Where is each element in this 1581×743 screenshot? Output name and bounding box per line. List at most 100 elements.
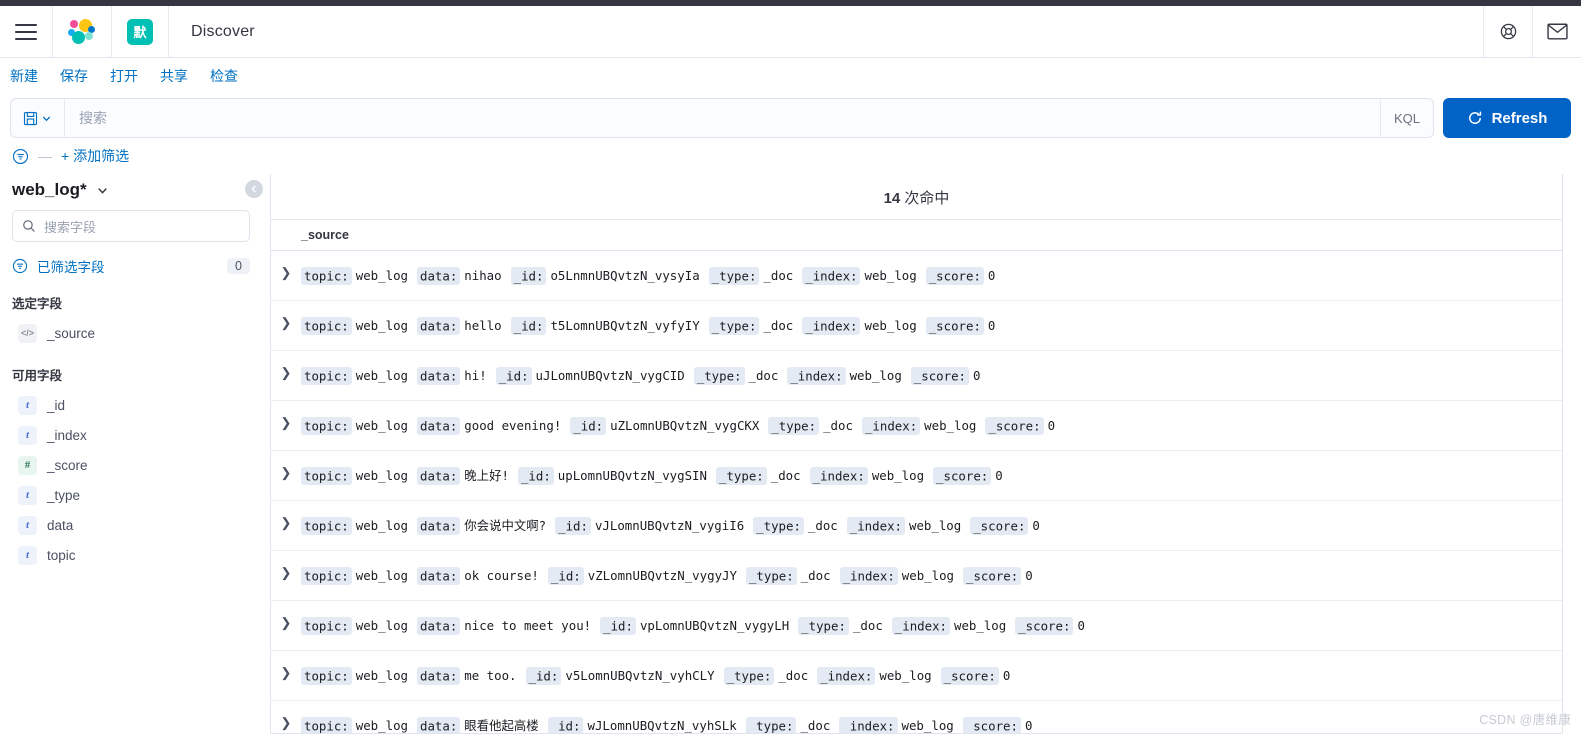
field-key-_type: _type: — [715, 466, 767, 485]
header-spacer — [255, 6, 1483, 57]
table-row[interactable]: ❯ topic: web_log data: 你会说中文啊? _id: vJLomnUBQv… — [271, 501, 1562, 551]
nav-menu-button[interactable] — [0, 6, 53, 57]
sidebar-field-_id[interactable]: t _id — [12, 390, 250, 420]
expand-row-button[interactable]: ❯ — [271, 701, 301, 729]
field-value-_id: upLomnUBQvtzN_vygSIN — [557, 468, 707, 483]
field-value-_type: _doc — [823, 418, 853, 433]
sidebar-field-_index[interactable]: t _index — [12, 420, 250, 450]
field-value-_type: _doc — [763, 268, 794, 283]
column-header-source: _source — [271, 219, 1562, 251]
filter-circle-icon[interactable] — [12, 148, 29, 165]
menu-item-new[interactable]: 新建 — [10, 66, 38, 86]
filtered-fields-label: 已筛选字段 — [37, 260, 105, 275]
field-value-_type: _doc — [763, 318, 794, 333]
field-key-_index: _index: — [839, 566, 898, 585]
menu-item-inspect[interactable]: 检查 — [210, 66, 238, 86]
table-row[interactable]: ❯ topic: web_log data: ok course! _id: vZLomnU… — [271, 551, 1562, 601]
table-row[interactable]: ❯ topic: web_log data: nihao _id: o5LnmnUBQvtz… — [271, 251, 1562, 301]
saved-query-button[interactable] — [11, 99, 65, 137]
chevron-right-icon: ❯ — [280, 465, 292, 480]
mail-icon — [1546, 23, 1568, 40]
field-value-_score: 0 — [1002, 668, 1011, 683]
space-selector[interactable]: 默 — [112, 6, 169, 57]
field-value-topic: web_log — [355, 718, 408, 733]
menu-item-save[interactable]: 保存 — [60, 66, 88, 86]
sidebar-field-topic[interactable]: t topic — [12, 540, 250, 570]
table-row[interactable]: ❯ topic: web_log data: me too. _id: v5LomnUBQv… — [271, 651, 1562, 701]
help-button[interactable] — [1483, 6, 1532, 57]
table-row[interactable]: ❯ topic: web_log data: hello _id: t5LomnUBQvtz… — [271, 301, 1562, 351]
sidebar-field-_score[interactable]: # _score — [12, 450, 250, 480]
field-key-topic: topic: — [301, 416, 352, 435]
table-row[interactable]: ❯ topic: web_log data: good evening! _id: uZLo… — [271, 401, 1562, 451]
expand-row-button[interactable]: ❯ — [271, 401, 301, 429]
hit-count: 14 次命中 — [271, 174, 1562, 219]
field-value-_score: 0 — [987, 318, 996, 333]
field-key-_score: _score: — [940, 666, 999, 685]
query-bar: 搜索 KQL Refresh — [0, 94, 1581, 138]
field-label: topic — [47, 547, 76, 563]
field-label: _index — [47, 427, 87, 443]
field-key-_type: _type: — [768, 416, 820, 435]
hamburger-icon[interactable] — [15, 23, 37, 40]
elastic-home-link[interactable] — [53, 6, 112, 57]
hit-count-suffix: 次命中 — [904, 190, 950, 207]
index-pattern-selector[interactable]: web_log* — [12, 174, 250, 210]
sidebar-field-_source[interactable]: </> _source — [12, 318, 250, 348]
add-filter-button[interactable]: + 添加筛选 — [61, 146, 129, 166]
field-search-input[interactable]: 搜索字段 — [12, 210, 250, 242]
menu-item-open[interactable]: 打开 — [110, 66, 138, 86]
expand-row-button[interactable]: ❯ — [271, 601, 301, 629]
expand-row-button[interactable]: ❯ — [271, 501, 301, 529]
table-row[interactable]: ❯ topic: web_log data: nice to meet you! _id:… — [271, 601, 1562, 651]
field-value-_type: _doc — [748, 368, 779, 383]
field-value-_id: wJLomnUBQvtzN_vyhSLk — [587, 718, 737, 733]
field-key-_id: _id: — [510, 266, 547, 285]
expand-row-button[interactable]: ❯ — [271, 651, 301, 679]
field-value-data: me too. — [464, 668, 517, 683]
mail-button[interactable] — [1532, 6, 1581, 57]
source-field-icon: </> — [18, 323, 37, 343]
field-value-topic: web_log — [355, 618, 408, 633]
kibana-discover-app: 默 Discover 新建 保存 打开 共享 检查 搜索 KQL Refresh… — [0, 0, 1581, 743]
query-language-button[interactable]: KQL — [1380, 99, 1433, 137]
table-row[interactable]: ❯ topic: web_log data: hi! _id: uJLomnUBQvtzN_… — [271, 351, 1562, 401]
table-row[interactable]: ❯ topic: web_log data: 眼看他起高楼 _id: wJLomnUBQvt… — [271, 701, 1562, 733]
table-row[interactable]: ❯ topic: web_log data: 晚上好! _id: upLomnUBQvtzN… — [271, 451, 1562, 501]
field-value-_index: web_log — [901, 568, 954, 583]
field-value-_id: v5LomnUBQvtzN_vyhCLY — [565, 668, 715, 683]
field-value-topic: web_log — [355, 268, 408, 283]
field-value-data: ok course! — [464, 568, 539, 583]
field-key-_score: _score: — [1015, 616, 1074, 635]
expand-row-button[interactable]: ❯ — [271, 251, 301, 279]
refresh-button[interactable]: Refresh — [1443, 98, 1571, 138]
field-value-topic: web_log — [355, 368, 408, 383]
field-key-topic: topic: — [301, 566, 352, 585]
chevron-down-icon — [96, 184, 109, 197]
filtered-fields-button[interactable]: 已筛选字段 0 — [12, 256, 250, 276]
field-value-data: nihao — [464, 268, 502, 283]
string-field-icon: t — [18, 545, 37, 565]
document-source-cell: topic: web_log data: 你会说中文啊? _id: vJLomnUBQvt… — [301, 501, 1556, 550]
collapse-sidebar-button[interactable] — [245, 180, 263, 198]
field-value-data: 晚上好! — [464, 468, 509, 483]
chevron-right-icon: ❯ — [280, 615, 292, 630]
expand-row-button[interactable]: ❯ — [271, 351, 301, 379]
field-key-_score: _score: — [962, 716, 1021, 733]
sidebar-field-_type[interactable]: t _type — [12, 480, 250, 510]
expand-row-button[interactable]: ❯ — [271, 301, 301, 329]
expand-row-button[interactable]: ❯ — [271, 551, 301, 579]
filtered-fields-count: 0 — [227, 258, 250, 274]
field-value-_index: web_log — [924, 418, 977, 433]
menu-item-share[interactable]: 共享 — [160, 66, 188, 86]
search-input[interactable]: 搜索 — [65, 99, 1380, 137]
field-key-topic: topic: — [301, 516, 352, 535]
field-key-_type: _type: — [708, 316, 760, 335]
field-value-_id: vpLomnUBQvtzN_vygyLH — [639, 618, 790, 633]
expand-row-button[interactable]: ❯ — [271, 451, 301, 479]
field-value-_index: web_log — [908, 518, 962, 533]
field-label: _id — [47, 397, 66, 413]
field-value-data: 你会说中文啊? — [464, 518, 547, 533]
sidebar-field-data[interactable]: t data — [12, 510, 250, 540]
field-key-_score: _score: — [985, 416, 1044, 435]
